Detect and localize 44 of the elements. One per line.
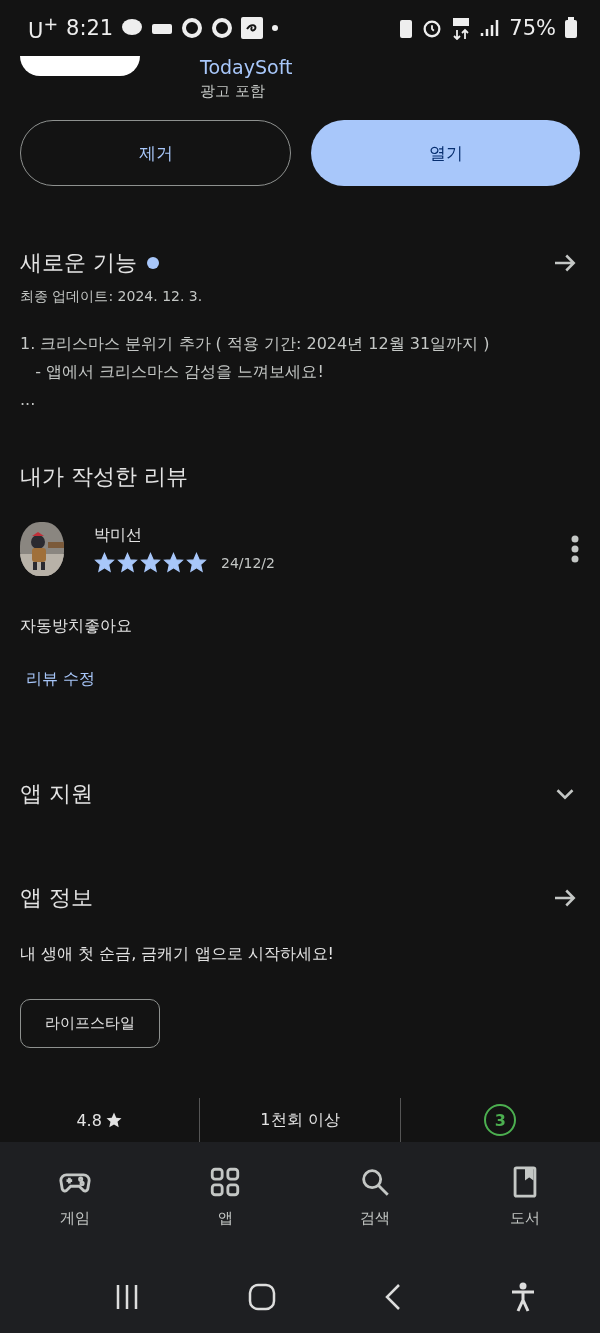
carrier: U$^{+}$ (28, 13, 59, 43)
reviewer-name: 박미선 (94, 525, 143, 546)
network-icon (451, 16, 472, 40)
grid-icon (208, 1165, 242, 1199)
star-icon (104, 1111, 123, 1129)
star-icon (117, 552, 138, 573)
clock: 8:21 (66, 16, 114, 40)
recents-icon[interactable] (114, 1284, 140, 1310)
release-note: ... (19, 389, 37, 411)
review-date: 24/12/2 (221, 554, 275, 571)
app-description: 내 생애 첫 순금, 금캐기 앱으로 시작하세요! (19, 944, 335, 965)
nav-tab[interactable]: 도서 (450, 1164, 600, 1262)
download-count: 1천회 이상 (260, 1109, 340, 1131)
more-icon[interactable] (570, 534, 580, 564)
star-icon (140, 552, 161, 573)
star-icon (94, 552, 115, 573)
home-icon[interactable] (248, 1283, 276, 1311)
dot-icon (271, 24, 280, 32)
review-text: 자동방치좋아요 (19, 616, 133, 637)
rating-value: 4.8 (76, 1110, 102, 1130)
battery-percent: 75% (509, 16, 556, 40)
category-tag[interactable]: 라이프스타일 (20, 999, 160, 1048)
star-icon (186, 552, 207, 573)
age-rating-badge: 3 (484, 1104, 517, 1136)
back-icon[interactable] (384, 1283, 402, 1311)
section-title: 앱 지원 (20, 780, 93, 808)
ads-note: 광고 포함 (200, 82, 266, 101)
nav-tab[interactable]: 게임 (0, 1164, 150, 1262)
section-title: 새로운 기능 (20, 249, 137, 277)
update-date: 최종 업데이트: 2024. 12. 3. (19, 288, 204, 306)
developer-name[interactable]: TodaySoft (200, 56, 293, 78)
section-title: 내가 작성한 리뷰 (20, 463, 188, 491)
release-note: 1. 크리스마스 분위기 추가 ( 적용 기간: 2024년 12월 31일까지 ) (19, 333, 491, 355)
section-title: 앱 정보 (20, 884, 93, 912)
nav-tab[interactable]: 앱 (150, 1164, 300, 1262)
edit-review-link[interactable]: 리뷰 수정 (0, 669, 122, 690)
star-icon (163, 552, 184, 573)
nav-tab[interactable]: 검색 (300, 1164, 450, 1262)
accessibility-icon[interactable] (510, 1282, 536, 1312)
battery-icon (564, 17, 578, 39)
app-icon (20, 56, 140, 76)
release-note: - 앱에서 크리스마스 감성을 느껴보세요! (34, 361, 325, 383)
open-button[interactable]: 열기 (311, 120, 580, 186)
app-notification-icon (241, 17, 264, 39)
